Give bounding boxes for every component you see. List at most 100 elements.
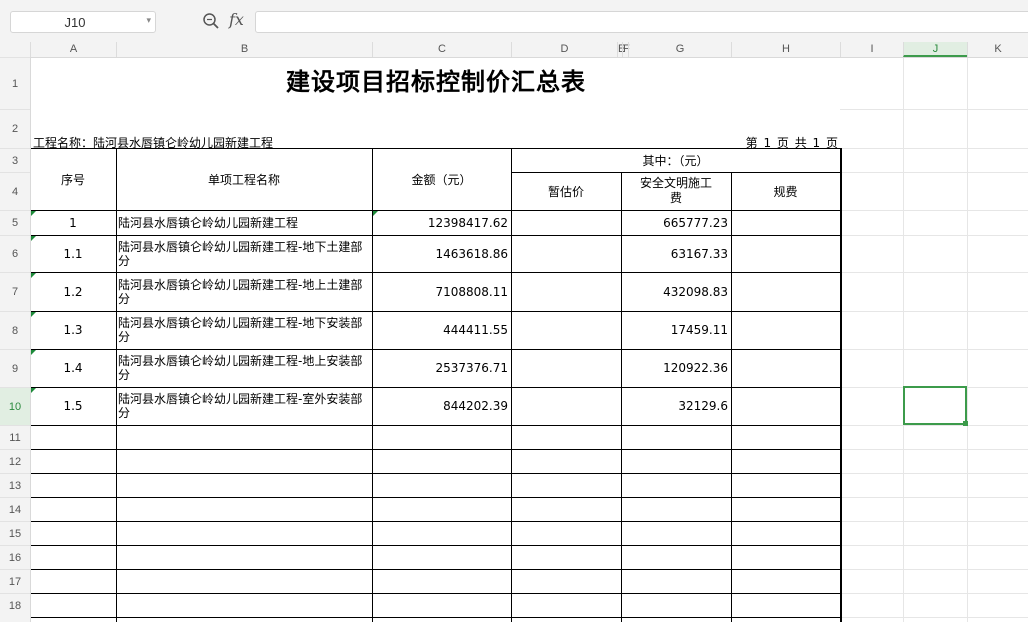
column-header-k[interactable]: K [967,42,1028,57]
item-amount: 844202.39 [443,399,508,413]
item-provisional [511,311,621,349]
row-header-2[interactable]: 2 [0,109,30,148]
row-header-5[interactable]: 5 [0,210,30,235]
table-border [30,473,841,474]
row-header-13[interactable]: 13 [0,473,30,497]
gridline [840,569,1028,570]
item-fees [731,311,840,349]
gridline [967,57,968,622]
item-provisional [511,387,621,425]
item-seq: 1.2 [63,284,83,299]
gridline [840,449,1028,450]
row-header-8[interactable]: 8 [0,311,30,349]
gridline [840,311,1028,312]
green-corner-marker [31,211,36,216]
column-header-h[interactable]: H [731,42,840,57]
gridline [840,235,1028,236]
item-name: 陆河县水唇镇仑岭幼儿园新建工程-地下安装部分 [118,316,363,344]
item-name: 陆河县水唇镇仑岭幼儿园新建工程-地下土建部分 [118,239,363,268]
table-border [30,617,841,618]
column-header-b[interactable]: B [116,42,372,57]
row-header-17[interactable]: 17 [0,569,30,593]
column-header-c[interactable]: C [372,42,511,57]
column-header-a[interactable]: A [30,42,116,57]
item-safety: 32129.6 [678,399,728,413]
item-provisional [511,235,621,272]
row-header-15[interactable]: 15 [0,521,30,545]
row-header-3[interactable]: 3 [0,148,30,172]
column-header-j[interactable]: J [903,42,967,57]
item-seq: 1.5 [63,399,83,413]
formula-input[interactable] [255,11,1028,33]
row-header-6[interactable]: 6 [0,235,30,272]
selected-cell-j10[interactable] [903,386,967,425]
row-header-18[interactable]: 18 [0,593,30,617]
gridline [840,497,1028,498]
gridline [840,617,1028,618]
item-provisional [511,272,621,311]
green-corner-marker [373,211,378,216]
gridline [840,593,1028,594]
item-fees [731,349,840,387]
name-box[interactable]: J10 ▾ [10,11,156,33]
header-safety: 安全文明施工费 [639,176,712,205]
item-seq: 1 [69,215,77,230]
gridline [840,210,1028,211]
item-seq: 1.3 [63,323,83,337]
row-header-1[interactable]: 1 [0,57,30,109]
chevron-down-icon[interactable]: ▾ [146,16,151,26]
gridline [840,109,1028,110]
item-name: 陆河县水唇镇仑岭幼儿园新建工程-地上安装部分 [118,354,363,382]
table-border [30,449,841,450]
row-header-14[interactable]: 14 [0,497,30,521]
item-safety: 17459.11 [670,323,728,337]
row-header-7[interactable]: 7 [0,272,30,311]
item-fees [731,235,840,272]
column-header-g[interactable]: G [628,42,731,57]
item-safety: 63167.33 [670,246,728,261]
row-header-11[interactable]: 11 [0,425,30,449]
item-safety: 120922.36 [663,361,728,375]
row-header-9[interactable]: 9 [0,349,30,387]
header-seq: 序号 [60,172,85,187]
row-header-4[interactable]: 4 [0,172,30,210]
table-border [30,521,841,522]
item-fees [731,272,840,311]
row-header-10[interactable]: 10 [0,387,30,425]
header-amount: 金额（元） [411,172,472,187]
gridline [840,521,1028,522]
item-name: 陆河县水唇镇仑岭幼儿园新建工程-室外安装部分 [118,392,363,420]
row-header-12[interactable]: 12 [0,449,30,473]
page-info: 第 1 页 共 1 页 [745,136,838,150]
row-header-16[interactable]: 16 [0,545,30,569]
gridline [840,545,1028,546]
item-safety: 432098.83 [663,284,728,299]
green-corner-marker [31,273,36,278]
item-safety: 665777.23 [663,215,728,230]
item-name: 陆河县水唇镇仑岭幼儿园新建工程 [118,215,299,230]
gridline [840,425,1028,426]
column-header-d[interactable]: D [511,42,617,57]
gridline [840,349,1028,350]
table-border [30,545,841,546]
formula-bar: J10 ▾ fx [0,0,1028,42]
item-fees [731,210,840,235]
header-of-which: 其中：（元） [642,153,709,168]
item-amount: 12398417.62 [427,215,508,230]
gridline [840,473,1028,474]
column-header-bar: ABCDEFGHIJK [0,42,1028,58]
column-header-i[interactable]: I [840,42,903,57]
green-corner-marker [31,236,36,241]
gridline [840,172,1028,173]
item-amount: 1463618.86 [435,246,508,261]
zoom-icon[interactable] [202,12,220,30]
fx-icon[interactable]: fx [229,10,244,29]
row-header-bar: 1 2 3 4 5 6 7 8 9 10 11 12 13 14 15 16 17 18 [0,57,31,622]
fill-handle[interactable] [963,421,968,426]
item-provisional [511,210,621,235]
table-border [30,593,841,594]
table-border [30,425,841,426]
gridline [840,272,1028,273]
item-amount: 7108808.11 [435,284,508,299]
gridline [840,148,1028,149]
